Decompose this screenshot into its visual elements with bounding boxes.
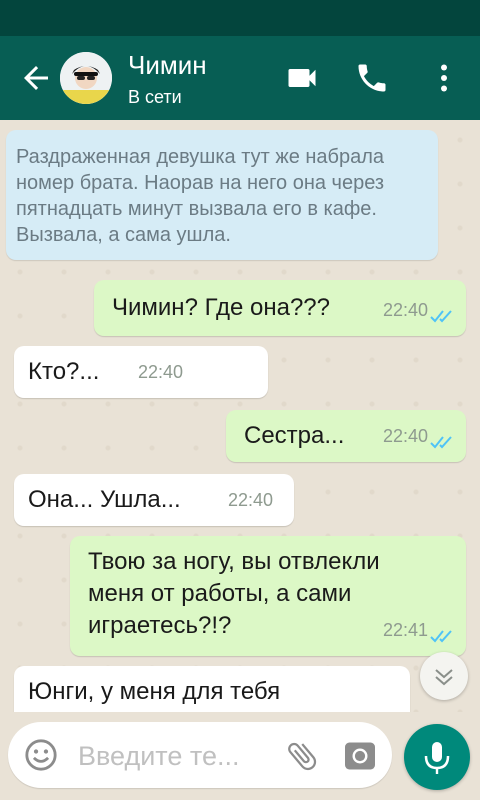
message-time: 22:40 xyxy=(138,362,184,382)
double-chevron-down-icon xyxy=(435,669,453,686)
status-bar xyxy=(0,0,480,36)
read-ticks-icon xyxy=(430,630,452,643)
more-vert-icon[interactable] xyxy=(426,60,462,96)
message-bubble-outgoing[interactable]: Твою за ногу, вы отвлекли меня от работы… xyxy=(70,536,466,656)
message-bubble-incoming[interactable]: Кто?... 22:40 xyxy=(14,346,268,398)
message-bubble-outgoing[interactable]: Сестра... 22:40 xyxy=(226,410,466,462)
mic-button[interactable] xyxy=(404,724,470,790)
camera-icon[interactable] xyxy=(342,738,378,774)
chat-area[interactable]: Раздраженная девушка тут же набрала номе… xyxy=(0,120,480,712)
message-bubble-outgoing[interactable]: Чимин? Где она??? 22:40 xyxy=(94,280,466,336)
system-message: Раздраженная девушка тут же набрала номе… xyxy=(6,130,438,260)
message-text: Чимин? Где она??? xyxy=(112,294,330,321)
message-time: 22:40 xyxy=(382,300,428,320)
chat-header: Чимин В сети xyxy=(0,36,480,120)
message-text: Сестра... xyxy=(244,422,345,449)
message-bubble-incoming[interactable]: Юнги, у меня для тебя xyxy=(14,666,410,712)
message-text: Она... Ушла... xyxy=(28,486,181,513)
avatar[interactable] xyxy=(60,52,112,104)
emoji-icon[interactable] xyxy=(24,738,58,772)
phone-icon[interactable] xyxy=(354,60,390,96)
message-text: Юнги, у меня для тебя xyxy=(28,678,281,705)
message-bubble-incoming[interactable]: Она... Ушла... 22:40 xyxy=(14,474,294,526)
scroll-down-button[interactable] xyxy=(420,652,468,700)
message-composer xyxy=(8,722,392,788)
message-text: Кто?... xyxy=(28,358,100,385)
read-ticks-icon xyxy=(430,310,452,323)
message-input[interactable] xyxy=(76,734,270,778)
video-call-icon[interactable] xyxy=(284,60,320,96)
message-time: 22:40 xyxy=(382,426,428,446)
contact-name[interactable]: Чимин xyxy=(128,50,207,80)
read-ticks-icon xyxy=(430,436,452,449)
message-time: 22:40 xyxy=(228,490,274,510)
message-text: Твою за ногу, вы отвлекли меня от работы… xyxy=(88,548,380,639)
back-arrow-icon[interactable] xyxy=(18,60,54,96)
contact-status: В сети xyxy=(128,87,182,107)
mic-icon xyxy=(424,742,450,774)
message-time: 22:41 xyxy=(382,620,428,640)
attach-icon[interactable] xyxy=(284,738,320,774)
